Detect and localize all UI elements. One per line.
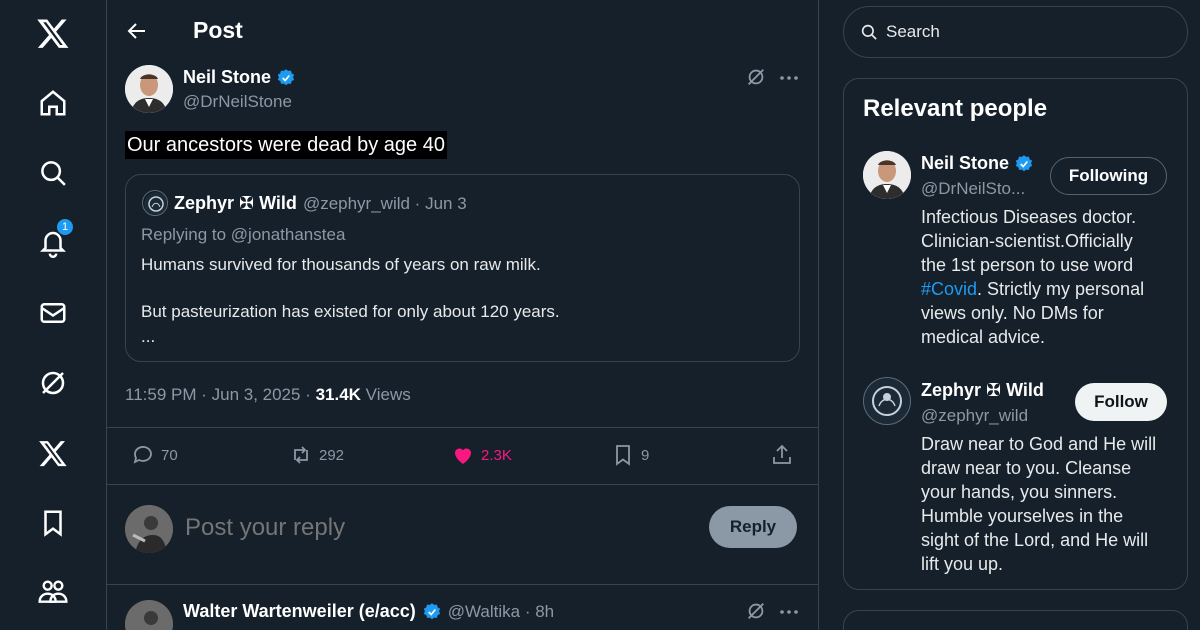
quoted-replying-to: Replying to @jonathanstea [141,225,345,245]
reply-button[interactable]: Reply [709,506,797,548]
views-label: Views [360,385,411,404]
reply-count: 70 [161,446,178,464]
bio-line: views only. No DMs for [921,303,1104,323]
bio-line: sight of the Lord, and He will [921,530,1149,550]
back-arrow-icon[interactable] [125,19,149,43]
post-meta: 11:59 PM · Jun 3, 2025 · 31.4K Views [125,385,411,405]
bio-line: #Covid. Strictly my personal [921,277,1161,301]
quoted-meta: @zephyr_wild · Jun 3 [302,194,467,213]
home-icon[interactable] [34,84,72,122]
like-count: 2.3K [481,446,512,464]
quoted-author-name[interactable]: Zephyr ✠ Wild [174,193,297,214]
hashtag-link[interactable]: #Covid [921,279,977,299]
grok-icon[interactable] [745,66,769,90]
bookmark-action[interactable]: 9 [611,443,649,467]
person-name[interactable]: Neil Stone [921,153,1034,174]
bio-line: medical advice. [921,327,1046,347]
person-avatar[interactable] [863,151,911,199]
quoted-header: Zephyr ✠ Wild @zephyr_wild · Jun 3 [174,193,467,214]
like-action[interactable]: 2.3K [451,443,512,467]
communities-icon[interactable] [34,572,72,610]
views-count: 31.4K [315,385,361,404]
person-bio: Draw near to God and He will draw near t… [921,432,1161,576]
grok-icon[interactable] [745,600,769,624]
person-avatar[interactable] [863,377,911,425]
bookmark-icon[interactable] [34,504,72,542]
x-premium-icon[interactable] [34,434,72,472]
next-post-avatar[interactable] [125,600,173,630]
search-input[interactable] [886,22,1166,42]
repost-icon [289,443,313,467]
person-bio: Infectious Diseases doctor. Clinician-sc… [921,205,1161,349]
more-options-icon[interactable] [777,600,801,624]
repost-action[interactable]: 292 [289,443,344,467]
main-column: Post Neil Stone @DrNeilStone Our ancesto… [106,0,819,630]
verified-badge-icon [422,602,442,622]
relevant-people-panel: Relevant people Neil Stone @DrNeilSto...… [843,78,1188,590]
search-box[interactable] [843,6,1188,58]
bio-line: Clinician-scientist.Officially [921,231,1133,251]
notification-badge: 1 [56,218,74,236]
quoted-text-ellipsis: ... [141,327,156,346]
search-icon [860,23,878,41]
repost-count: 292 [319,446,345,464]
search-icon[interactable] [34,154,72,192]
divider [107,427,818,428]
person-handle[interactable]: @zephyr_wild [921,406,1028,426]
mail-icon[interactable] [34,294,72,332]
author-handle[interactable]: @DrNeilStone [183,92,292,112]
follow-button[interactable]: Follow [1075,383,1167,421]
replying-mention[interactable]: @jonathanstea [231,225,346,244]
page-title: Post [193,17,243,43]
next-post-meta: @Waltika · 8h [447,601,555,621]
person-handle[interactable]: @DrNeilSto... [921,179,1025,199]
bio-line: draw near to you. Cleanse [921,458,1132,478]
share-action[interactable] [770,443,794,467]
heart-filled-icon [451,443,475,467]
bio-line: your hands, you sinners. [921,482,1118,502]
panel-title: Relevant people [863,95,1048,122]
bio-line: Humble yourselves in the [921,506,1124,526]
bio-line: Infectious Diseases doctor. [921,207,1137,227]
header: Post [107,0,818,62]
verified-badge-icon [1014,154,1034,174]
quoted-author-avatar[interactable] [142,190,168,216]
verified-badge-icon [276,68,296,88]
author-avatar[interactable] [125,65,173,113]
author-name[interactable]: Neil Stone [183,67,296,88]
person-name[interactable]: Zephyr ✠ Wild [921,380,1044,401]
bio-line: Draw near to God and He will [921,434,1157,454]
bio-text: . Strictly my personal [977,279,1145,299]
quoted-text-line-2: But pasteurization has existed for only … [141,302,560,321]
divider [107,584,818,585]
replying-prefix: Replying to [141,225,231,244]
share-icon [770,443,794,467]
next-sidebar-panel [843,610,1188,630]
quoted-post[interactable]: Zephyr ✠ Wild @zephyr_wild · Jun 3 Reply… [125,174,800,362]
post-timestamp[interactable]: 11:59 PM · Jun 3, 2025 · [125,385,316,404]
bio-line: the 1st person to use word [921,255,1134,275]
bell-icon[interactable]: 1 [34,218,74,262]
bookmark-icon [611,443,635,467]
bookmark-count: 9 [641,446,650,464]
reply-action[interactable]: 70 [131,443,178,467]
more-options-icon[interactable] [777,66,801,90]
next-post-header: Walter Wartenweiler (e/acc) @Waltika · 8… [183,601,554,622]
author-name-text[interactable]: Neil Stone [183,67,271,88]
bio-line: lift you up. [921,554,1004,574]
left-navigation: 1 [0,0,106,630]
quoted-text-line-1: Humans survived for thousands of years o… [141,255,541,274]
current-user-avatar[interactable] [125,505,173,553]
next-post-author-name[interactable]: Walter Wartenweiler (e/acc) [183,601,416,622]
divider [107,484,818,485]
grok-icon[interactable] [34,364,72,402]
x-logo-icon[interactable] [34,14,72,52]
following-button[interactable]: Following [1050,157,1167,195]
reply-input[interactable] [185,512,685,544]
post-text: Our ancestors were dead by age 40 [125,131,447,159]
reply-icon [131,443,155,467]
person-name-text[interactable]: Neil Stone [921,153,1009,174]
